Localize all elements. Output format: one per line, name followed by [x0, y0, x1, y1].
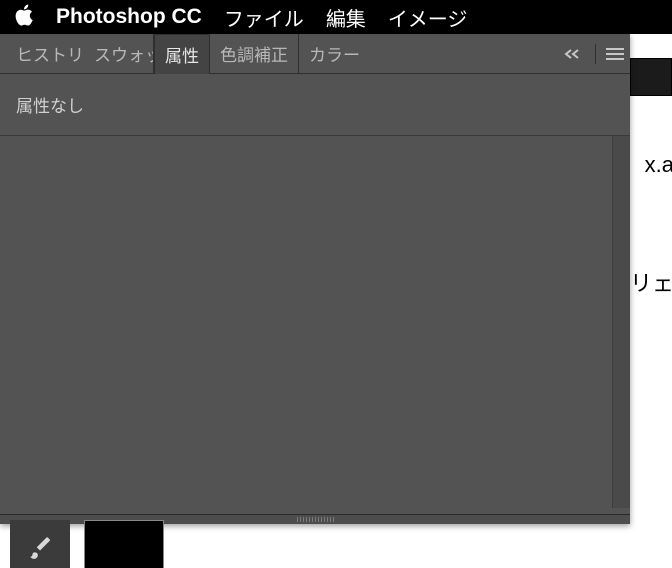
panel-menu-icon[interactable] [606, 47, 624, 61]
brush-icon [27, 534, 53, 560]
bottom-tool-strip [10, 520, 164, 568]
workspace-area: x.a リェ ヒストリ スウォッチ 属性 色調補正 カラー [0, 34, 672, 568]
properties-status-text: 属性なし [16, 92, 84, 117]
panel-scrollbar[interactable] [612, 136, 630, 508]
panel-body [0, 136, 630, 514]
background-text-fragment-2: リェ [630, 266, 672, 298]
background-text-fragment-1: x.a [645, 152, 672, 178]
brush-tool-button[interactable] [10, 520, 70, 568]
app-name[interactable]: Photoshop CC [56, 5, 202, 29]
menu-edit[interactable]: 編集 [326, 3, 366, 32]
panel-divider [595, 44, 596, 64]
panel-grip-icon [280, 517, 350, 522]
apple-menu-icon[interactable] [14, 4, 34, 30]
tab-swatches[interactable]: スウォッチ [84, 34, 154, 74]
background-right-strip: x.a リェ [630, 34, 672, 568]
tool-swatch[interactable] [630, 58, 672, 96]
properties-panel: ヒストリ スウォッチ 属性 色調補正 カラー [0, 34, 630, 524]
collapse-panel-icon[interactable] [563, 48, 585, 60]
panel-subheader: 属性なし [0, 74, 630, 136]
macos-menubar: Photoshop CC ファイル 編集 イメージ [0, 0, 672, 34]
tab-properties[interactable]: 属性 [154, 34, 210, 74]
tab-history[interactable]: ヒストリ [6, 34, 84, 74]
menu-image[interactable]: イメージ [388, 3, 468, 32]
tab-color[interactable]: カラー [299, 34, 370, 74]
panel-tabs: ヒストリ スウォッチ 属性 色調補正 カラー [0, 34, 630, 74]
document-thumbnail[interactable] [84, 520, 164, 568]
tab-adjustments[interactable]: 色調補正 [210, 34, 299, 74]
menu-file[interactable]: ファイル [224, 3, 304, 32]
